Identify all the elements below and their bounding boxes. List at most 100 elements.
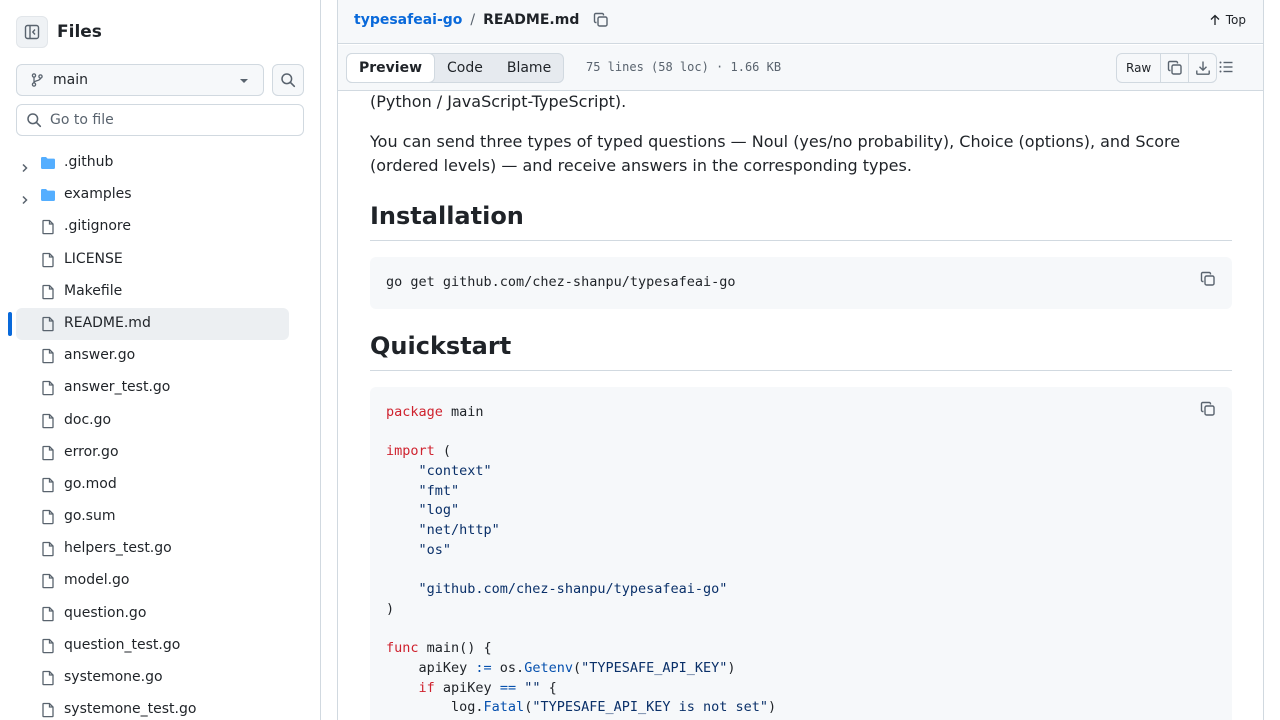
go-to-file-input[interactable] bbox=[50, 112, 290, 128]
file-icon bbox=[42, 670, 54, 686]
branch-selector[interactable]: main bbox=[16, 64, 264, 96]
go-to-file-field[interactable] bbox=[16, 104, 304, 136]
git-branch-icon bbox=[31, 73, 43, 87]
tree-item-icon bbox=[40, 155, 56, 175]
tree-item-icon bbox=[40, 219, 56, 239]
file-icon bbox=[42, 542, 54, 557]
tree-file-item[interactable]: .gitignore bbox=[0, 211, 320, 243]
tree-item-icon bbox=[40, 187, 56, 207]
file-header: typesafeai-go / README.md Top bbox=[338, 0, 1263, 44]
file-icon bbox=[42, 252, 54, 267]
quickstart-code: package main import ( "context" "fmt" "lo… bbox=[370, 387, 1232, 720]
tree-item-label: .github bbox=[64, 154, 114, 170]
tree-file-item[interactable]: systemone.go bbox=[0, 662, 320, 694]
tree-file-item[interactable]: go.sum bbox=[0, 501, 320, 533]
tree-item-label: model.go bbox=[64, 572, 130, 589]
collapse-sidebar-button[interactable] bbox=[16, 16, 48, 48]
copy-raw-button[interactable] bbox=[1160, 54, 1188, 82]
caret-down-icon bbox=[240, 79, 248, 83]
back-to-top-link[interactable]: Top bbox=[1209, 13, 1246, 27]
code-token: { bbox=[540, 679, 557, 696]
code-token: os. bbox=[491, 659, 525, 676]
tree-file-item[interactable]: answer.go bbox=[0, 340, 320, 372]
code-token: "TYPESAFE_API_KEY" bbox=[581, 659, 728, 676]
file-icon bbox=[42, 381, 54, 396]
list-unordered-icon bbox=[1219, 61, 1233, 73]
readme-paragraph-tail: (Python / JavaScript-TypeScript). bbox=[370, 92, 627, 111]
code-token: ( bbox=[572, 659, 582, 676]
code-line: log.Fatal("TYPESAFE_API_KEY is not set") bbox=[386, 698, 1216, 718]
arrow-up-icon bbox=[1210, 14, 1220, 25]
tree-item-label: answer.go bbox=[64, 347, 136, 364]
code-token: apiKey bbox=[386, 659, 476, 676]
copy-icon bbox=[594, 12, 609, 27]
code-line: "log" bbox=[386, 501, 1216, 521]
breadcrumb-repo-link[interactable]: typesafeai-go bbox=[354, 12, 462, 28]
file-actions: Raw bbox=[1116, 53, 1218, 83]
tree-file-item[interactable]: question.go bbox=[0, 598, 320, 630]
tree-file-item[interactable]: question_test.go bbox=[0, 630, 320, 662]
copy-icon bbox=[1167, 60, 1182, 75]
expand-folder-toggle[interactable] bbox=[20, 190, 30, 209]
tree-item-icon bbox=[40, 348, 56, 368]
search-icon bbox=[281, 73, 296, 88]
outline-button[interactable] bbox=[1218, 59, 1234, 79]
tree-file-item[interactable]: README.md bbox=[0, 307, 320, 340]
tree-item-icon bbox=[40, 573, 56, 593]
file-icon bbox=[42, 509, 54, 525]
heading-divider bbox=[370, 370, 1232, 371]
install-code-block: go get github.com/chez-shanpu/typesafeai… bbox=[370, 257, 1232, 309]
code-line: if apiKey == "" { bbox=[386, 679, 1216, 699]
download-button[interactable] bbox=[1188, 54, 1216, 82]
tree-file-item[interactable]: model.go bbox=[0, 565, 320, 597]
tree-item-icon bbox=[40, 445, 56, 465]
download-icon bbox=[1195, 61, 1210, 75]
tree-item-icon bbox=[40, 638, 56, 658]
readme-paragraph: You can send three types of typed questi… bbox=[370, 130, 1232, 178]
copy-code-button[interactable] bbox=[1200, 271, 1216, 291]
code-line: ) bbox=[386, 600, 1216, 620]
file-icon bbox=[42, 220, 54, 235]
copy-path-button[interactable] bbox=[593, 12, 609, 28]
tree-file-item[interactable]: answer_test.go bbox=[0, 372, 320, 404]
tree-file-item[interactable]: go.mod bbox=[0, 469, 320, 501]
tree-item-icon bbox=[40, 380, 56, 400]
tree-file-item[interactable]: systemone_test.go bbox=[0, 694, 320, 720]
tree-file-item[interactable]: LICENSE bbox=[0, 244, 320, 276]
code-line: "os" bbox=[386, 541, 1216, 561]
code-token: ) bbox=[386, 600, 395, 617]
file-icon bbox=[42, 703, 54, 718]
tree-file-item[interactable]: doc.go bbox=[0, 405, 320, 437]
code-token: Fatal bbox=[483, 699, 525, 716]
tree-item-label: go.mod bbox=[64, 475, 117, 492]
copy-code-button[interactable] bbox=[1200, 401, 1216, 421]
top-label: Top bbox=[1225, 13, 1246, 27]
tab-preview[interactable]: Preview bbox=[346, 53, 436, 83]
code-line: import ( bbox=[386, 442, 1216, 462]
tree-file-item[interactable]: helpers_test.go bbox=[0, 533, 320, 565]
quickstart-code-block: package main import ( "context" "fmt" "lo… bbox=[370, 387, 1232, 720]
active-item-highlight bbox=[16, 307, 289, 340]
expand-folder-toggle[interactable] bbox=[20, 158, 30, 177]
tree-folder-item[interactable]: examples bbox=[0, 179, 320, 211]
tree-item-icon bbox=[40, 252, 56, 272]
file-icon bbox=[42, 638, 54, 654]
copy-icon bbox=[1200, 271, 1215, 286]
code-line: "github.com/chez-shanpu/typesafeai-go" bbox=[386, 580, 1216, 600]
search-files-button[interactable] bbox=[272, 64, 304, 96]
code-line: "net/http" bbox=[386, 521, 1216, 541]
tree-file-item[interactable]: Makefile bbox=[0, 276, 320, 308]
tab-blame[interactable]: Blame bbox=[495, 54, 563, 82]
tree-folder-item[interactable]: .github bbox=[0, 147, 320, 179]
code-token: import bbox=[386, 443, 435, 460]
tree-item-label: systemone.go bbox=[64, 669, 163, 685]
tab-code[interactable]: Code bbox=[435, 54, 495, 82]
code-token: apiKey bbox=[434, 679, 500, 696]
tree-file-item[interactable]: error.go bbox=[0, 437, 320, 469]
tree-item-icon bbox=[40, 316, 56, 336]
code-token: "TYPESAFE_API_KEY is not set" bbox=[532, 699, 769, 716]
tree-item-label: .gitignore bbox=[64, 218, 131, 235]
raw-button[interactable]: Raw bbox=[1117, 54, 1160, 82]
